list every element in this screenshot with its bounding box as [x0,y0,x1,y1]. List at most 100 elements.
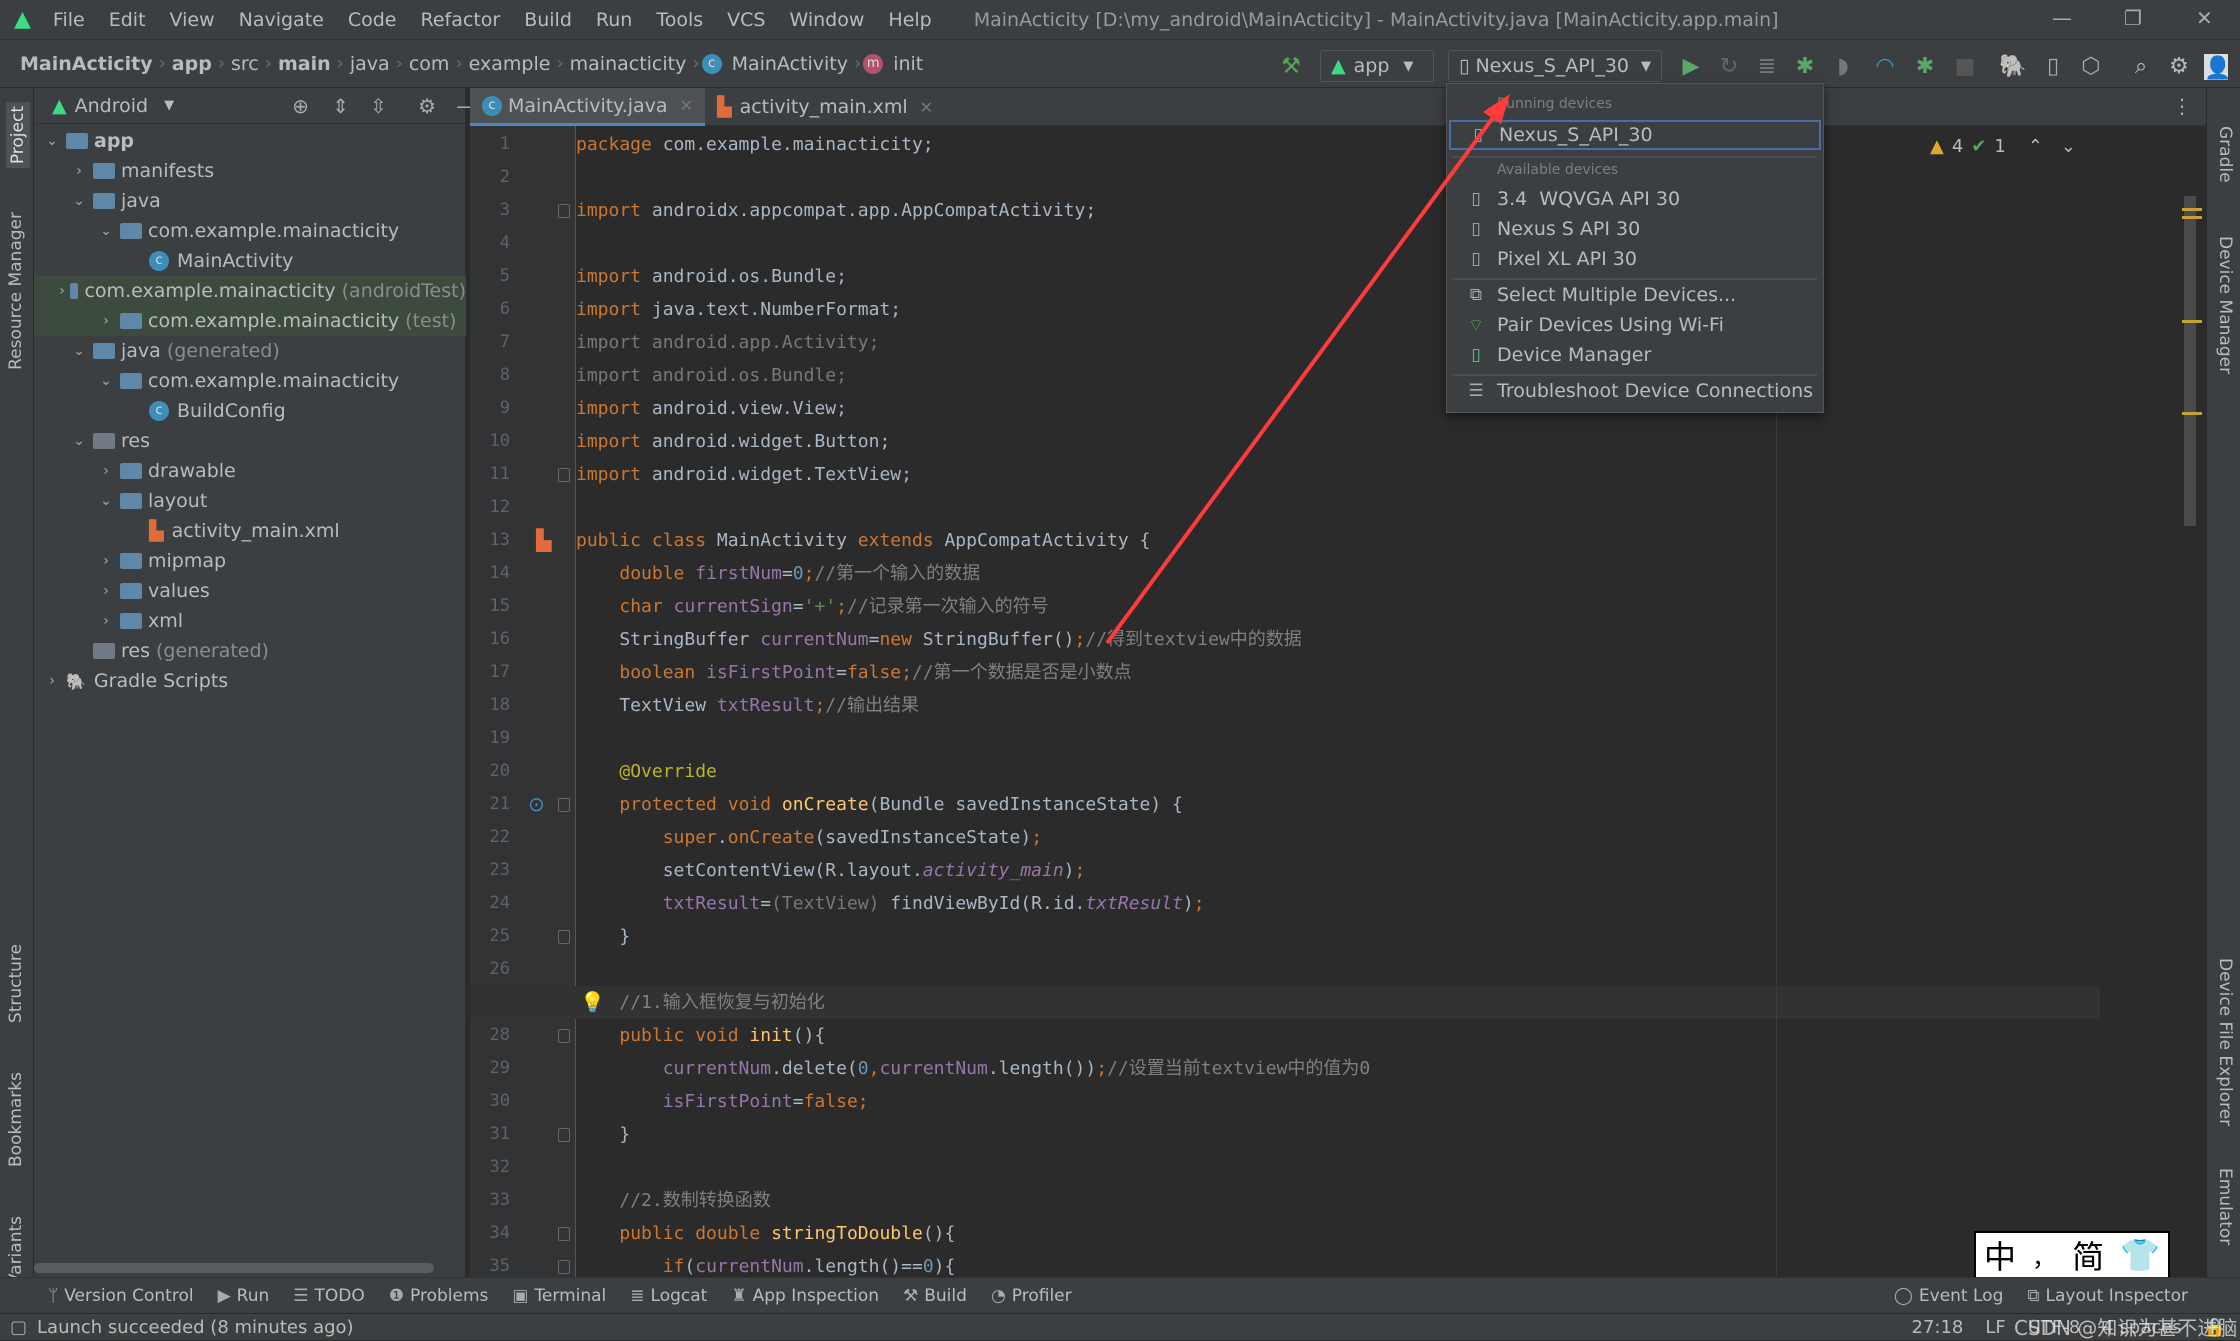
tool-window-bookmarks[interactable]: Bookmarks [6,1072,26,1167]
breadcrumb-item[interactable]: com [405,53,454,75]
tree-item[interactable]: ⌄ com.example.mainacticity [34,216,466,246]
chevron-down-icon[interactable]: ⌄ [69,433,89,449]
tree-item[interactable]: › com.example.mainacticity (androidTest) [34,276,466,306]
code-line[interactable]: TextView txtResult;//输出结果 [470,689,2100,722]
breadcrumb-item[interactable]: example [465,53,555,75]
device-manager-icon[interactable]: ▯ [2038,52,2068,82]
close-tab-icon[interactable]: ✕ [920,98,933,117]
expand-all-icon[interactable]: ⇕ [332,94,349,118]
tree-item[interactable]: › drawable [34,456,466,486]
collapse-all-icon[interactable]: ⇳ [370,94,387,118]
code-line[interactable] [470,953,2100,986]
menu-view[interactable]: View [158,9,227,31]
code-line[interactable]: import android.widget.TextView; [470,458,2100,491]
previous-highlight-icon[interactable]: ⌃ [2028,136,2043,157]
debug-attach-icon[interactable]: ✱ [1910,52,1940,82]
menu-run[interactable]: Run [584,9,644,31]
menu-item-device-nexus-s[interactable]: ▯ Nexus S API 30 [1449,214,1821,244]
menu-refactor[interactable]: Refactor [409,9,513,31]
chevron-down-icon[interactable]: ▼ [164,98,174,113]
code-line[interactable]: isFirstPoint=false; [470,1085,2100,1118]
avatar[interactable]: 👤 [2204,54,2231,81]
ime-mode[interactable]: 简 [2072,1232,2104,1278]
caret-position[interactable]: 27:18 [1911,1317,1963,1338]
gradle-sync-icon[interactable]: 🐘 [1998,52,2028,82]
chevron-right-icon[interactable]: › [96,613,116,629]
tool-run[interactable]: ▶ Run [206,1286,282,1306]
close-tab-icon[interactable]: ✕ [680,96,693,115]
tree-item[interactable]: c BuildConfig [34,396,466,426]
chevron-down-icon[interactable]: ⌄ [69,343,89,359]
menu-edit[interactable]: Edit [97,9,158,31]
code-line[interactable]: double firstNum=0;//第一个输入的数据 [470,557,2100,590]
menu-item-select-multiple-devices[interactable]: ⧉ Select Multiple Devices... [1449,280,1821,310]
code-line[interactable]: } [470,920,2100,953]
code-line[interactable]: import android.app.Activity; [470,326,2100,359]
restore-button[interactable]: ❐ [2124,6,2142,30]
breadcrumb-item[interactable]: main [274,53,335,75]
search-icon[interactable]: ⌕ [2126,52,2156,82]
menu-vcs[interactable]: VCS [715,9,777,31]
chevron-down-icon[interactable]: ⌄ [96,373,116,389]
tree-item[interactable]: res (generated) [34,636,466,666]
settings-icon[interactable]: ⚙ [2164,52,2194,82]
tree-item[interactable]: ⌄ app [34,126,466,156]
menu-navigate[interactable]: Navigate [227,9,336,31]
code-line[interactable]: char currentSign='+';//记录第一次输入的符号 [470,590,2100,623]
locate-icon[interactable]: ⊕ [292,94,309,118]
tool-version-control[interactable]: ᛘ Version Control [36,1286,206,1306]
chevron-down-icon[interactable]: ⌄ [42,133,62,149]
ime-punctuation[interactable]: ， [2032,1238,2056,1273]
vertical-scrollbar[interactable] [2184,196,2196,526]
code-line[interactable]: protected void onCreate(Bundle savedInst… [470,788,2100,821]
tool-window-resource-manager[interactable]: Resource Manager [6,212,26,370]
chevron-down-icon[interactable]: ⌄ [96,493,116,509]
warning-marker[interactable] [2182,216,2202,219]
tool-todo[interactable]: ☰ TODO [281,1286,377,1306]
breadcrumb-item[interactable]: MainActivity [728,53,852,75]
code-line[interactable]: import android.os.Bundle; [470,359,2100,392]
more-options-icon[interactable]: ⋮ [2172,94,2192,118]
tool-window-device-manager[interactable]: Device Manager [2215,236,2235,374]
tree-item[interactable]: › mipmap [34,546,466,576]
tab-mainactivity-java[interactable]: c MainActivity.java ✕ [470,88,705,126]
tab-activity-main-xml[interactable]: ▙ activity_main.xml ✕ [705,88,945,126]
code-line[interactable]: if(currentNum.length()==0){ [470,1250,2100,1277]
tool-window-structure[interactable]: Structure [6,944,26,1023]
code-editor[interactable]: 1 2 3 4 5 6 7 8 9 10 11 12 13 14 15 16 17 18 19 20 21 22 23 24 2… [470,126,2206,1277]
menu-file[interactable]: File [41,9,97,31]
tree-item[interactable]: ⌄ layout [34,486,466,516]
tool-profiler[interactable]: ◔ Profiler [979,1286,1084,1306]
tool-window-device-file-explorer[interactable]: Device File Explorer [2215,958,2235,1126]
menu-item-running-device[interactable]: ▯ Nexus_S_API_30 [1449,120,1821,150]
tool-event-log[interactable]: ◯ Event Log [1882,1286,2016,1306]
breadcrumb-item[interactable]: app [168,53,216,75]
tree-item[interactable]: ⌄ java [34,186,466,216]
close-window-button[interactable]: ✕ [2196,6,2213,30]
code-line[interactable]: public void init(){ [470,1019,2100,1052]
tool-problems[interactable]: ❶ Problems [377,1286,501,1306]
tree-item[interactable]: c MainActivity [34,246,466,276]
chevron-right-icon[interactable]: › [96,553,116,569]
tool-terminal[interactable]: ▣ Terminal [500,1286,618,1306]
tool-layout-inspector[interactable]: ⧉ Layout Inspector [2015,1286,2200,1306]
tool-logcat[interactable]: ≣ Logcat [618,1286,719,1306]
chevron-right-icon[interactable]: › [58,283,66,299]
tool-app-inspection[interactable]: ♜ App Inspection [719,1286,891,1306]
code-line[interactable]: //1.输入框恢复与初始化 [470,986,2100,1019]
chevron-down-icon[interactable]: ⌄ [96,223,116,239]
sdk-manager-icon[interactable]: ⬡ [2076,52,2106,82]
tool-window-project[interactable]: Project [6,102,30,169]
stop-icon[interactable]: ■ [1950,52,1980,82]
code-line[interactable]: public class MainActivity extends AppCom… [470,524,2100,557]
gear-icon[interactable]: ⚙ [418,94,436,118]
code-line[interactable]: import android.os.Bundle; [470,260,2100,293]
code-line[interactable]: //2.数制转换函数 [470,1184,2100,1217]
attach-debugger-icon[interactable]: ◗ [1828,52,1858,82]
breadcrumb-item[interactable]: src [227,53,263,75]
chevron-right-icon[interactable]: › [96,463,116,479]
chevron-down-icon[interactable]: ⌄ [69,193,89,209]
tree-item[interactable]: ⌄ java (generated) [34,336,466,366]
apply-changes-icon[interactable]: ↻ [1714,52,1744,82]
chevron-right-icon[interactable]: › [42,673,62,689]
